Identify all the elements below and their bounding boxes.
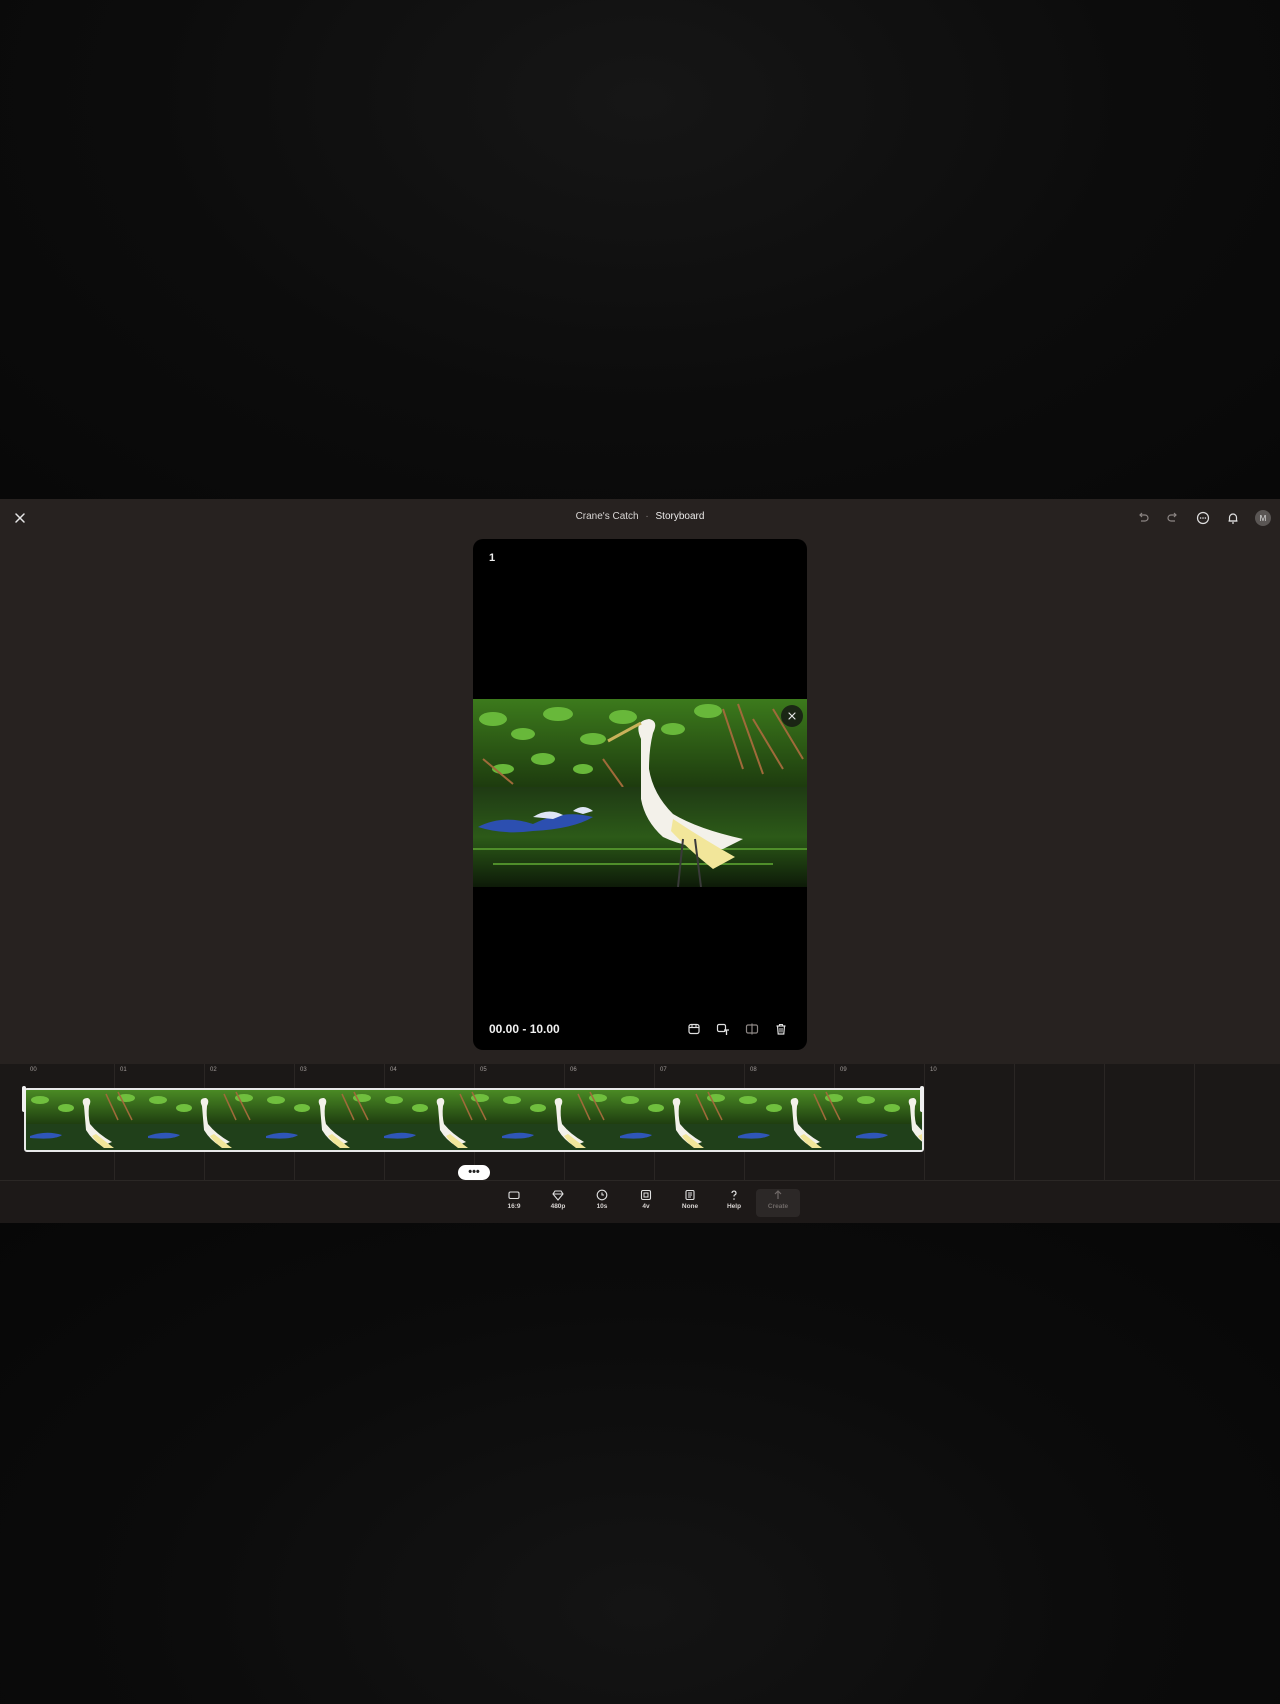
tick-label: 03 bbox=[300, 1067, 307, 1073]
preset-label: None bbox=[681, 1203, 699, 1210]
more-options-button[interactable] bbox=[1194, 509, 1212, 527]
timeline-more-button[interactable]: ••• bbox=[458, 1165, 490, 1180]
text-image-icon bbox=[716, 1023, 729, 1035]
redo-button[interactable] bbox=[1164, 509, 1182, 527]
help-label: Help bbox=[726, 1203, 742, 1210]
create-button[interactable]: Create bbox=[756, 1189, 800, 1217]
scene-caption-button[interactable] bbox=[715, 1021, 731, 1037]
preset-button[interactable]: None bbox=[668, 1189, 712, 1217]
create-label: Create bbox=[767, 1203, 789, 1210]
aspect-ratio-label: 16:9 bbox=[507, 1203, 521, 1210]
close-icon bbox=[788, 712, 796, 720]
settings-items: 16:9 480p 10s 4v None Help Create bbox=[492, 1189, 800, 1217]
title-separator: · bbox=[645, 511, 649, 522]
split-icon bbox=[745, 1023, 759, 1035]
backdrop-top bbox=[0, 0, 1280, 499]
clip-thumbnails bbox=[26, 1090, 922, 1150]
view-name: Storyboard bbox=[655, 511, 705, 522]
resolution-button[interactable]: 480p bbox=[536, 1189, 580, 1217]
video-clip[interactable] bbox=[24, 1088, 924, 1152]
tick-label: 02 bbox=[210, 1067, 217, 1073]
redo-icon bbox=[1167, 512, 1177, 522]
tick-label: 04 bbox=[390, 1067, 397, 1073]
header-bar: Crane's Catch · Storyboard M bbox=[0, 499, 1280, 539]
grid-line bbox=[924, 1064, 925, 1180]
variations-button[interactable]: 4v bbox=[624, 1189, 668, 1217]
variations-icon bbox=[640, 1189, 652, 1201]
avatar: M bbox=[1255, 510, 1271, 526]
clip-end-handle[interactable] bbox=[920, 1086, 924, 1112]
scene-split-button[interactable] bbox=[744, 1021, 760, 1037]
duration-button[interactable]: 10s bbox=[580, 1189, 624, 1217]
project-name: Crane's Catch bbox=[575, 511, 639, 522]
trash-icon bbox=[776, 1023, 786, 1035]
grid-line bbox=[1104, 1064, 1105, 1180]
tick-label: 01 bbox=[120, 1067, 127, 1073]
storyboard-editor: Crane's Catch · Storyboard M 1 00.00 - 1… bbox=[0, 499, 1280, 1223]
grid-line bbox=[1014, 1064, 1015, 1180]
scene-tools bbox=[686, 1021, 789, 1037]
aspect-ratio-button[interactable]: 16:9 bbox=[492, 1189, 536, 1217]
scene-card[interactable]: 1 00.00 - 10.00 bbox=[473, 539, 807, 1050]
bell-icon bbox=[1228, 513, 1238, 524]
tick-label: 05 bbox=[480, 1067, 487, 1073]
notifications-button[interactable] bbox=[1224, 509, 1242, 527]
tick-label: 07 bbox=[660, 1067, 667, 1073]
film-icon bbox=[688, 1023, 700, 1035]
scene-media-button[interactable] bbox=[686, 1021, 702, 1037]
scene-index: 1 bbox=[489, 552, 496, 564]
clock-icon bbox=[596, 1189, 608, 1201]
header-actions: M bbox=[1134, 509, 1272, 527]
timeline[interactable]: 00 01 02 03 04 05 06 07 08 09 10 ••• bbox=[0, 1064, 1280, 1180]
preset-icon bbox=[685, 1189, 695, 1201]
scene-delete-button[interactable] bbox=[773, 1021, 789, 1037]
aspect-ratio-icon bbox=[508, 1191, 520, 1200]
backdrop-bottom bbox=[0, 1222, 1280, 1704]
upload-arrow-icon bbox=[774, 1190, 782, 1199]
diamond-icon bbox=[552, 1190, 564, 1201]
scene-time-range: 00.00 - 10.00 bbox=[489, 1022, 560, 1036]
undo-icon bbox=[1139, 512, 1149, 522]
bottom-toolbar: 16:9 480p 10s 4v None Help Create bbox=[0, 1180, 1280, 1223]
tick-label: 08 bbox=[750, 1067, 757, 1073]
tick-label: 09 bbox=[840, 1067, 847, 1073]
page-title: Crane's Catch · Storyboard bbox=[0, 511, 1280, 522]
variations-label: 4v bbox=[642, 1203, 650, 1210]
help-icon bbox=[731, 1190, 737, 1200]
clip-start-handle[interactable] bbox=[22, 1086, 26, 1112]
more-options-icon bbox=[1196, 511, 1210, 525]
heron-photo bbox=[473, 699, 807, 888]
timeline-ruler: 00 01 02 03 04 05 06 07 08 09 10 bbox=[0, 1064, 1280, 1078]
duration-label: 10s bbox=[596, 1203, 608, 1210]
grid-line bbox=[1194, 1064, 1195, 1180]
undo-button[interactable] bbox=[1134, 509, 1152, 527]
tick-label: 10 bbox=[930, 1067, 937, 1073]
remove-image-button[interactable] bbox=[781, 705, 803, 727]
profile-button[interactable]: M bbox=[1254, 509, 1272, 527]
tick-label: 06 bbox=[570, 1067, 577, 1073]
scene-image bbox=[473, 699, 807, 888]
help-button[interactable]: Help bbox=[712, 1189, 756, 1217]
resolution-label: 480p bbox=[550, 1203, 566, 1210]
tick-label: 00 bbox=[30, 1067, 37, 1073]
